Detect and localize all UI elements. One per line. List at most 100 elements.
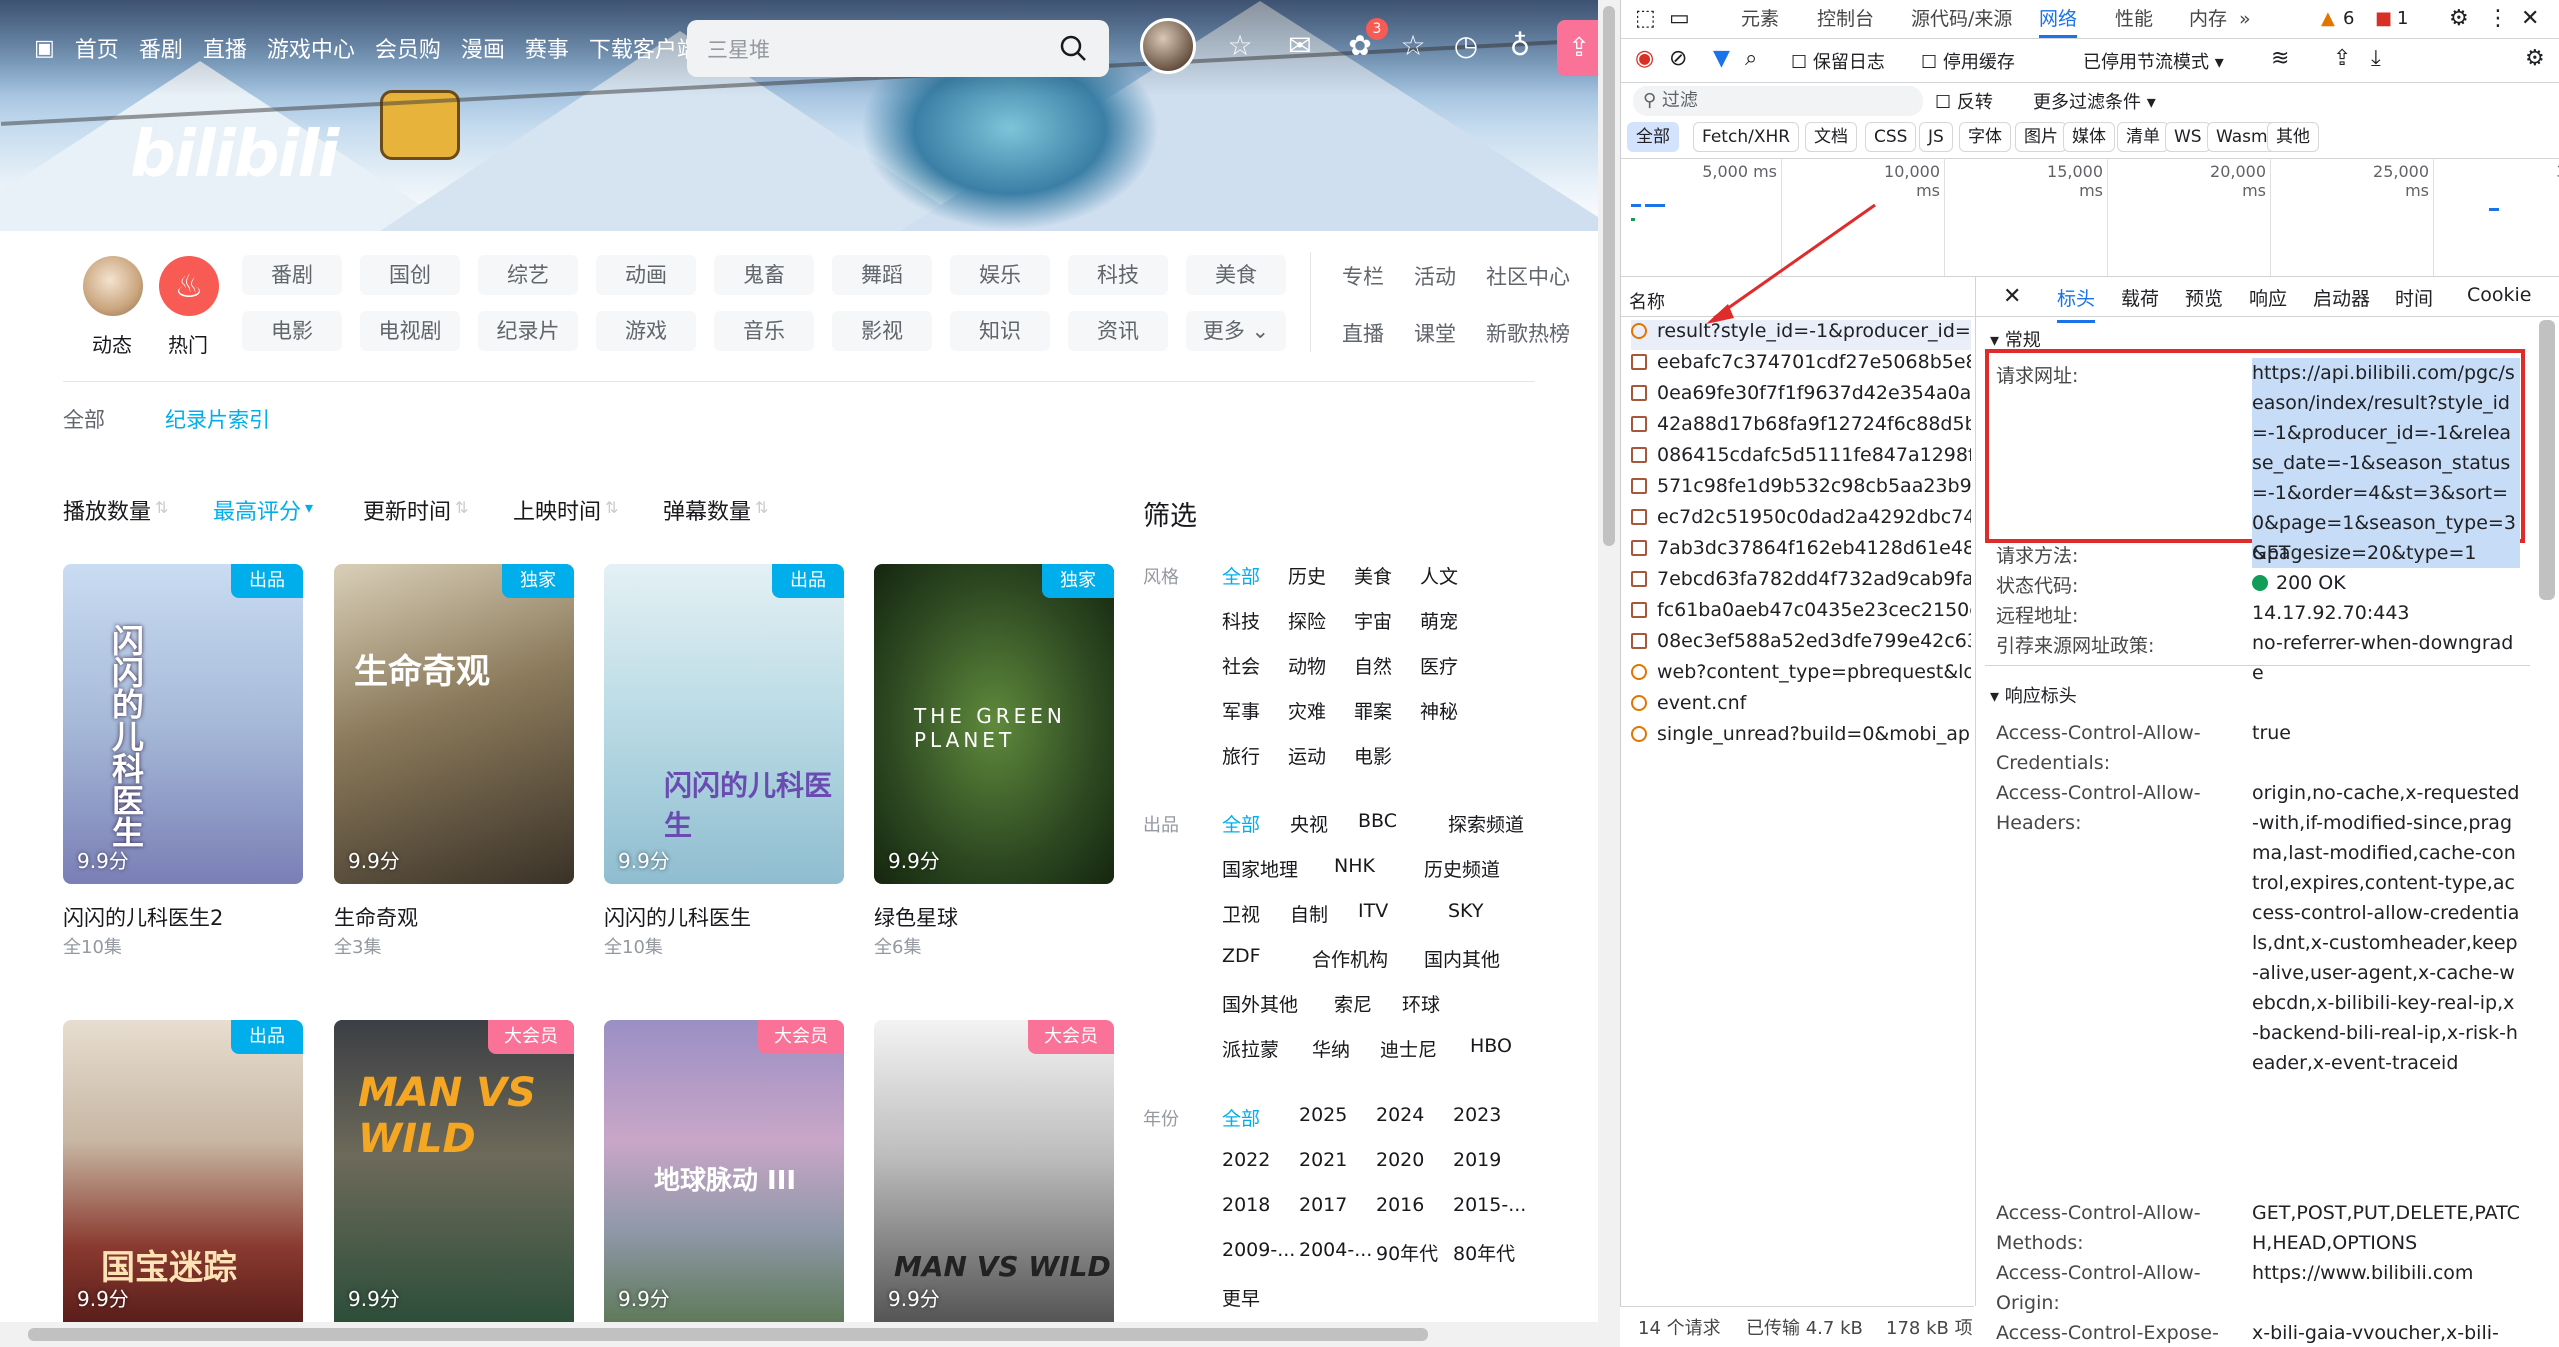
crumb-doc-index[interactable]: 纪录片索引 (165, 404, 270, 434)
detail-scrollbar[interactable] (2539, 320, 2555, 600)
sort-release-time[interactable]: 上映时间 (513, 494, 601, 526)
close-detail-icon[interactable]: ✕ (2003, 284, 2021, 309)
filter-year-option[interactable]: 90年代 (1376, 1239, 1438, 1266)
nav-live[interactable]: 直播 (203, 32, 247, 64)
filter-producer-option[interactable]: ITV (1358, 900, 1388, 922)
filter-year-option[interactable]: 2022 (1222, 1149, 1270, 1171)
channel-music[interactable]: 音乐 (714, 311, 814, 351)
request-row[interactable]: 0ea69fe30f7f1f9637d42e354a0a4fa... (1631, 382, 1971, 412)
chip-6[interactable]: 图片 (2015, 122, 2067, 152)
filter-year-option[interactable]: 2024 (1376, 1104, 1424, 1126)
close-devtools-icon[interactable]: ✕ (2521, 6, 2539, 31)
request-row[interactable]: 7ebcd63fa782dd4f732ad9cab9fad... (1631, 568, 1971, 598)
channel-tv[interactable]: 电视剧 (360, 311, 460, 351)
channel-guochuang[interactable]: 国创 (360, 255, 460, 295)
nav-game[interactable]: 游戏中心 (267, 32, 355, 64)
chip-2[interactable]: 文档 (1805, 122, 1857, 152)
page-scrollbar-thumb[interactable] (1603, 6, 1615, 546)
card-cover-2[interactable]: 生命奇观 独家 9.9分 (334, 564, 574, 884)
sort-danmaku-count[interactable]: 弹幕数量 (663, 494, 751, 526)
filter-producer-option[interactable]: NHK (1334, 855, 1375, 877)
filter-year-option[interactable]: 80年代 (1453, 1239, 1515, 1266)
header-value[interactable]: origin,no-cache,x-requested-with,if-modi… (2252, 778, 2520, 1078)
filter-style-option[interactable]: 探险 (1288, 607, 1326, 634)
export-icon[interactable]: ⤓ (2371, 46, 2381, 71)
channel-food[interactable]: 美食 (1186, 255, 1286, 295)
tab-memory[interactable]: 内存 (2189, 0, 2227, 38)
channel-film[interactable]: 影视 (832, 311, 932, 351)
error-icon[interactable]: ■ (2375, 8, 2392, 29)
sort-update-time[interactable]: 更新时间 (363, 494, 451, 526)
filter-style-option[interactable]: 医疗 (1420, 652, 1458, 679)
filter-funnel-icon[interactable]: ▼ (1713, 46, 1730, 71)
request-row[interactable]: ec7d2c51950c0dad2a4292dbc7470... (1631, 506, 1971, 536)
channel-class[interactable]: 课堂 (1402, 314, 1468, 354)
remote-value[interactable]: 14.17.92.70:443 (2252, 598, 2520, 628)
channel-more[interactable]: 更多 ⌄ (1186, 311, 1286, 351)
filter-style-option[interactable]: 科技 (1222, 607, 1260, 634)
settings-gear-icon[interactable]: ⚙ (2449, 6, 2469, 31)
req-url-value[interactable]: https://api.bilibili.com/pgc/season/inde… (2252, 358, 2520, 568)
nav-match[interactable]: 赛事 (525, 32, 569, 64)
detail-tab-headers[interactable]: 标头 (2057, 284, 2096, 323)
tab-console[interactable]: 控制台 (1817, 0, 1874, 38)
filter-year-option[interactable]: 2023 (1453, 1104, 1501, 1126)
disable-cache-checkbox[interactable]: ☐ 停用缓存 (1921, 48, 2015, 74)
wifi-icon[interactable]: ≋ (2271, 46, 2289, 71)
referrer-value[interactable]: no-referrer-when-downgrade (2252, 628, 2520, 688)
filter-year-option[interactable]: 2020 (1376, 1149, 1424, 1171)
request-row[interactable]: 571c98fe1d9b532c98cb5aa23b9b8... (1631, 475, 1971, 505)
card-cover-3[interactable]: 闪闪的儿科医生 出品 9.9分 (604, 564, 844, 884)
nav-anime[interactable]: 番剧 (139, 32, 183, 64)
favorite-icon[interactable]: ☆ (1395, 28, 1431, 64)
chip-5[interactable]: 字体 (1959, 122, 2011, 152)
search-input[interactable]: 三星堆 (687, 20, 1109, 77)
filter-year-option[interactable]: 更早 (1222, 1284, 1260, 1311)
preserve-log-checkbox[interactable]: ☐ 保留日志 (1791, 48, 1885, 74)
filter-producer-option[interactable]: 环球 (1402, 990, 1440, 1017)
user-avatar[interactable] (1140, 18, 1196, 74)
filter-style-option[interactable]: 萌宠 (1420, 607, 1458, 634)
card-cover-8[interactable]: MAN VS WILD 大会员 9.9分 (874, 1020, 1114, 1322)
channel-community[interactable]: 社区中心 (1478, 257, 1578, 297)
warning-icon[interactable]: ▲ (2321, 8, 2335, 29)
split-divider[interactable] (1975, 276, 1976, 1306)
request-row[interactable]: eebafc7c374701cdf27e5068b5e88... (1631, 351, 1971, 381)
filter-producer-option[interactable]: 国内其他 (1424, 945, 1500, 972)
filter-style-option[interactable]: 自然 (1354, 652, 1392, 679)
message-icon[interactable]: ✉ (1282, 28, 1318, 64)
filter-style-option[interactable]: 历史 (1288, 562, 1326, 589)
more-tabs-icon[interactable]: » (2239, 0, 2251, 38)
hot-label[interactable]: 热门 (168, 329, 208, 358)
search-icon[interactable] (1059, 34, 1087, 62)
detail-tab-initiator[interactable]: 启动器 (2313, 284, 2370, 311)
filter-style-option[interactable]: 美食 (1354, 562, 1392, 589)
filter-style-option[interactable]: 宇宙 (1354, 607, 1392, 634)
card-title-1[interactable]: 闪闪的儿科医生2 (63, 902, 223, 932)
filter-year-option[interactable]: 2004-... (1299, 1239, 1372, 1261)
header-value[interactable]: https://www.bilibili.com (2252, 1258, 2520, 1288)
more-filters-dropdown[interactable]: 更多过滤条件 ▾ (2033, 88, 2156, 114)
channel-column[interactable]: 专栏 (1330, 257, 1396, 297)
filter-year-option[interactable]: 2015-... (1453, 1194, 1526, 1216)
request-row[interactable]: 086415cdafc5d5111fe847a1298f9c... (1631, 444, 1971, 474)
filter-year-option[interactable]: 2017 (1299, 1194, 1347, 1216)
filter-style-option[interactable]: 旅行 (1222, 742, 1260, 769)
filter-producer-option[interactable]: 华纳 (1312, 1035, 1350, 1062)
filter-year-option[interactable]: 2018 (1222, 1194, 1270, 1216)
filter-year-option[interactable]: 2019 (1453, 1149, 1501, 1171)
channel-variety[interactable]: 综艺 (478, 255, 578, 295)
bilibili-logo[interactable]: bilibili (130, 118, 339, 192)
clear-icon[interactable]: ⊘ (1669, 46, 1687, 71)
filter-style-option[interactable]: 全部 (1222, 562, 1260, 589)
sort-play-count[interactable]: 播放数量 (63, 494, 151, 526)
import-icon[interactable]: ⇪ (2333, 46, 2351, 71)
filter-producer-option[interactable]: 索尼 (1334, 990, 1372, 1017)
channel-movie[interactable]: 电影 (242, 311, 342, 351)
filter-style-option[interactable]: 人文 (1420, 562, 1458, 589)
card-cover-7[interactable]: 地球脉动 III 大会员 9.9分 (604, 1020, 844, 1322)
upload-button[interactable]: ⇪ (1557, 20, 1598, 76)
chip-8[interactable]: 清单 (2117, 122, 2169, 152)
network-settings-icon[interactable]: ⚙ (2525, 46, 2545, 71)
filter-producer-option[interactable]: 合作机构 (1312, 945, 1388, 972)
